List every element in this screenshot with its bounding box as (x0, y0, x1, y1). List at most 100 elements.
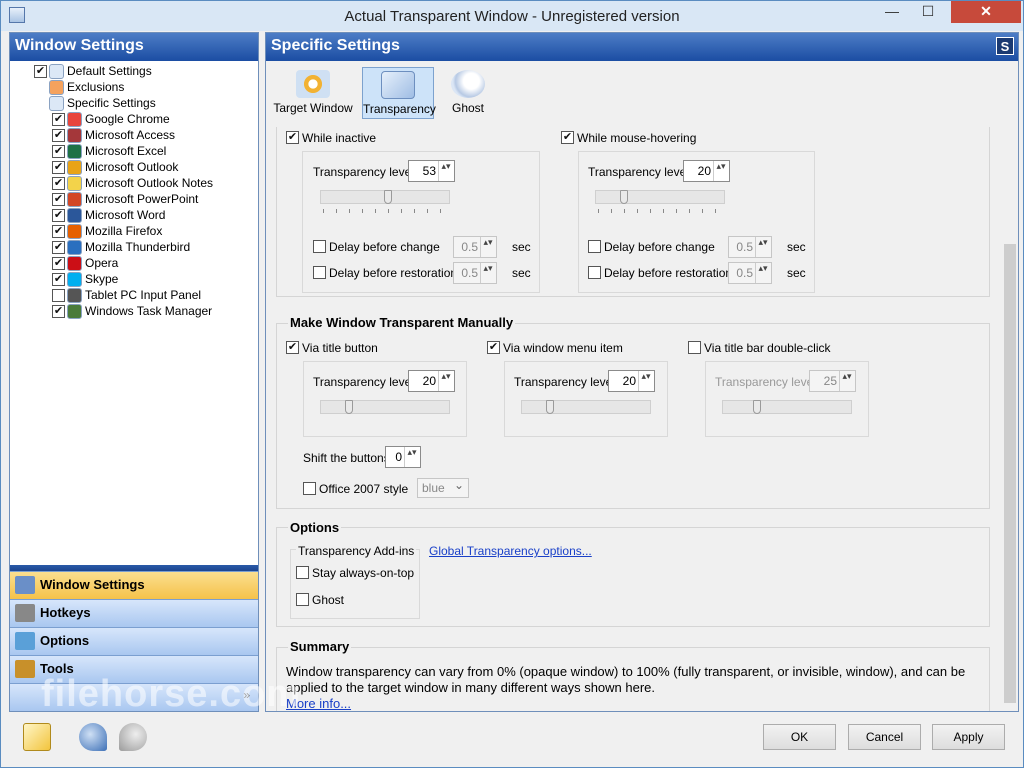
tab-target-window[interactable]: Target Window (272, 67, 354, 119)
checkbox-box[interactable] (286, 131, 299, 144)
tree-item[interactable]: Microsoft Outlook Notes (52, 175, 213, 192)
inactive-delay-change-spinner[interactable]: 0.5 (453, 236, 497, 258)
checkbox-box[interactable] (286, 341, 299, 354)
hover-delay-change-checkbox[interactable]: Delay before change (588, 240, 715, 254)
hover-delay-change-spinner[interactable]: 0.5 (728, 236, 772, 258)
tree-item[interactable]: Default Settings (34, 63, 152, 80)
inactive-delay-restore-spinner[interactable]: 0.5 (453, 262, 497, 284)
tree-item[interactable]: Mozilla Firefox (52, 223, 162, 240)
inactive-level-slider[interactable] (320, 190, 450, 204)
tree-checkbox[interactable] (34, 65, 47, 79)
slider-thumb[interactable] (546, 400, 554, 414)
checkbox-box[interactable] (688, 341, 701, 354)
stay-on-top-checkbox[interactable]: Stay always-on-top (296, 566, 414, 580)
menu-item-level-spinner[interactable]: 20 (608, 370, 655, 392)
checkbox-box[interactable] (561, 131, 574, 144)
tree-item[interactable]: Tablet PC Input Panel (52, 287, 201, 304)
minimize-button[interactable]: — (877, 1, 907, 23)
tree-item[interactable]: Microsoft Outlook (52, 159, 178, 176)
more-info-link[interactable]: More info... (286, 696, 351, 711)
tree-checkbox[interactable] (52, 241, 65, 255)
tree-item[interactable]: Microsoft Word (52, 207, 165, 224)
global-transparency-link[interactable]: Global Transparency options... (429, 544, 592, 558)
office-style-select[interactable]: blue (417, 476, 469, 498)
cancel-button[interactable]: Cancel (848, 724, 921, 750)
tab-transparency[interactable]: Transparency (362, 67, 436, 119)
tree-checkbox[interactable] (52, 145, 65, 159)
checkbox-box[interactable] (303, 482, 316, 495)
slider-thumb[interactable] (384, 190, 392, 204)
via-menu-item-checkbox[interactable]: Via window menu item (487, 341, 623, 355)
dblclick-level-spinner[interactable]: 25 (809, 370, 856, 392)
tree-checkbox[interactable] (52, 257, 65, 271)
hover-level-spinner[interactable]: 20 (683, 160, 730, 182)
shift-buttons-spinner[interactable]: 0 (385, 446, 421, 468)
nav-hotkeys[interactable]: Hotkeys (10, 599, 258, 627)
maximize-button[interactable]: ☐ (913, 1, 943, 23)
title-bar[interactable]: Actual Transparent Window - Unregistered… (1, 1, 1023, 31)
redo-icon[interactable] (119, 723, 147, 751)
slider-thumb[interactable] (753, 400, 761, 414)
tree-checkbox[interactable] (52, 289, 65, 303)
via-title-button-checkbox[interactable]: Via title button (286, 341, 378, 355)
tree-item[interactable]: Microsoft Excel (52, 143, 166, 160)
title-button-level-slider[interactable] (320, 400, 450, 414)
tree-item[interactable]: Windows Task Manager (52, 303, 212, 320)
dblclick-level-slider[interactable] (722, 400, 852, 414)
tree-item[interactable]: Exclusions (34, 79, 124, 96)
inactive-delay-restore-checkbox[interactable]: Delay before restoration (313, 266, 457, 280)
tree-checkbox[interactable] (52, 225, 65, 239)
scrollbar-thumb[interactable] (1004, 244, 1016, 703)
nav-options[interactable]: Options (10, 627, 258, 655)
nav-window-settings[interactable]: Window Settings (10, 571, 258, 599)
tree-checkbox[interactable] (52, 193, 65, 207)
while-hovering-checkbox[interactable]: While mouse-hovering (561, 131, 696, 145)
close-button[interactable]: ✕ (951, 1, 1021, 23)
inactive-delay-change-checkbox[interactable]: Delay before change (313, 240, 440, 254)
hover-level-slider[interactable] (595, 190, 725, 204)
tree-checkbox[interactable] (52, 129, 65, 143)
checkbox-box[interactable] (296, 593, 309, 606)
delay-restore-label: Delay before restoration (329, 266, 458, 280)
ok-button[interactable]: OK (763, 724, 836, 750)
nav-label: Window Settings (40, 577, 145, 592)
checkbox-box[interactable] (313, 266, 326, 279)
while-inactive-checkbox[interactable]: While inactive (286, 131, 376, 145)
ghost-checkbox[interactable]: Ghost (296, 593, 344, 607)
nav-tools[interactable]: Tools (10, 655, 258, 683)
hover-delay-restore-spinner[interactable]: 0.5 (728, 262, 772, 284)
title-button-level-spinner[interactable]: 20 (408, 370, 455, 392)
tree-checkbox[interactable] (52, 273, 65, 287)
office-style-checkbox[interactable]: Office 2007 style (303, 482, 408, 496)
chevron-right-icon[interactable]: » (243, 688, 250, 702)
tree-checkbox[interactable] (52, 209, 65, 223)
slider-thumb[interactable] (345, 400, 353, 414)
tree-item[interactable]: Specific Settings (34, 95, 156, 112)
nav-overflow-bar[interactable]: » (10, 683, 258, 711)
menu-item-level-slider[interactable] (521, 400, 651, 414)
inactive-level-spinner[interactable]: 53 (408, 160, 455, 182)
tree-checkbox[interactable] (52, 305, 65, 319)
tree-item[interactable]: Google Chrome (52, 111, 170, 128)
tab-ghost[interactable]: Ghost (442, 67, 494, 119)
tree-item[interactable]: Microsoft Access (52, 127, 175, 144)
tree-item[interactable]: Microsoft PowerPoint (52, 191, 198, 208)
content-scrollbar[interactable] (1002, 127, 1018, 711)
tree-checkbox[interactable] (52, 113, 65, 127)
tree-checkbox[interactable] (52, 161, 65, 175)
tree-item[interactable]: Mozilla Thunderbird (52, 239, 190, 256)
tree-item[interactable]: Skype (52, 271, 118, 288)
checkbox-box[interactable] (588, 266, 601, 279)
checkbox-box[interactable] (313, 240, 326, 253)
apply-button[interactable]: Apply (932, 724, 1005, 750)
hover-delay-restore-checkbox[interactable]: Delay before restoration (588, 266, 732, 280)
via-dblclick-checkbox[interactable]: Via title bar double-click (688, 341, 831, 355)
help-icon[interactable] (23, 723, 51, 751)
undo-icon[interactable] (79, 723, 107, 751)
checkbox-box[interactable] (296, 566, 309, 579)
slider-thumb[interactable] (620, 190, 628, 204)
tree-checkbox[interactable] (52, 177, 65, 191)
checkbox-box[interactable] (487, 341, 500, 354)
tree-item[interactable]: Opera (52, 255, 118, 272)
checkbox-box[interactable] (588, 240, 601, 253)
